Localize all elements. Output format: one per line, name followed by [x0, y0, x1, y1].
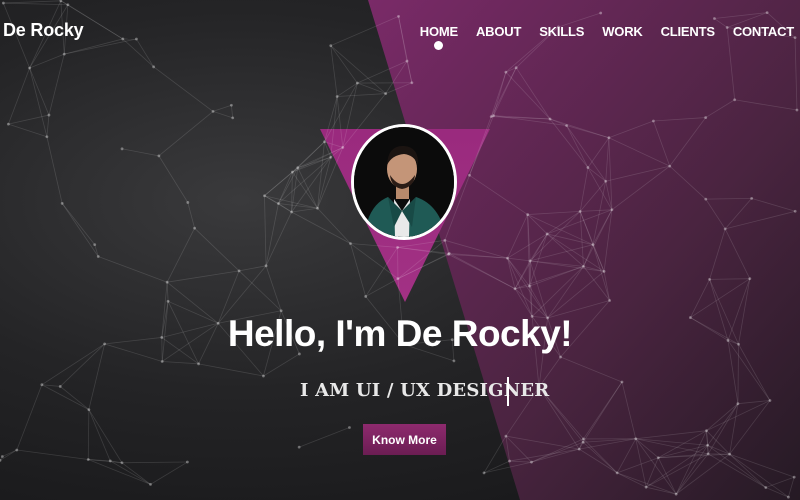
nav-item-label: SKILLS [539, 24, 585, 39]
nav-item-clients[interactable]: CLIENTS [661, 24, 715, 39]
nav-item-home[interactable]: HOME [419, 24, 458, 50]
nav-item-label: ABOUT [475, 24, 522, 39]
nav-item-label: HOME [419, 24, 458, 39]
main-nav: HOME ABOUT SKILLS WORK CLIENTS CONTACT [402, 24, 794, 50]
nav-item-contact[interactable]: CONTACT [733, 24, 794, 39]
portrait-image [354, 127, 454, 237]
profile-avatar [351, 124, 457, 240]
hero-section: De Rocky HOME ABOUT SKILLS WORK CLIENTS … [0, 0, 800, 500]
typing-cursor [507, 377, 509, 406]
hero-headline: Hello, I'm De Rocky! [227, 313, 573, 354]
nav-item-label: CONTACT [732, 24, 794, 39]
brand-logo[interactable]: De Rocky [3, 20, 84, 41]
know-more-button[interactable]: Know More [363, 424, 446, 455]
nav-item-label: WORK [602, 24, 643, 39]
nav-item-about[interactable]: ABOUT [476, 24, 521, 39]
nav-item-skills[interactable]: SKILLS [539, 24, 584, 39]
hero-subtitle: I AM UI / UX DESIGNER [300, 380, 550, 401]
nav-item-label: CLIENTS [660, 24, 715, 39]
nav-item-work[interactable]: WORK [602, 24, 643, 39]
